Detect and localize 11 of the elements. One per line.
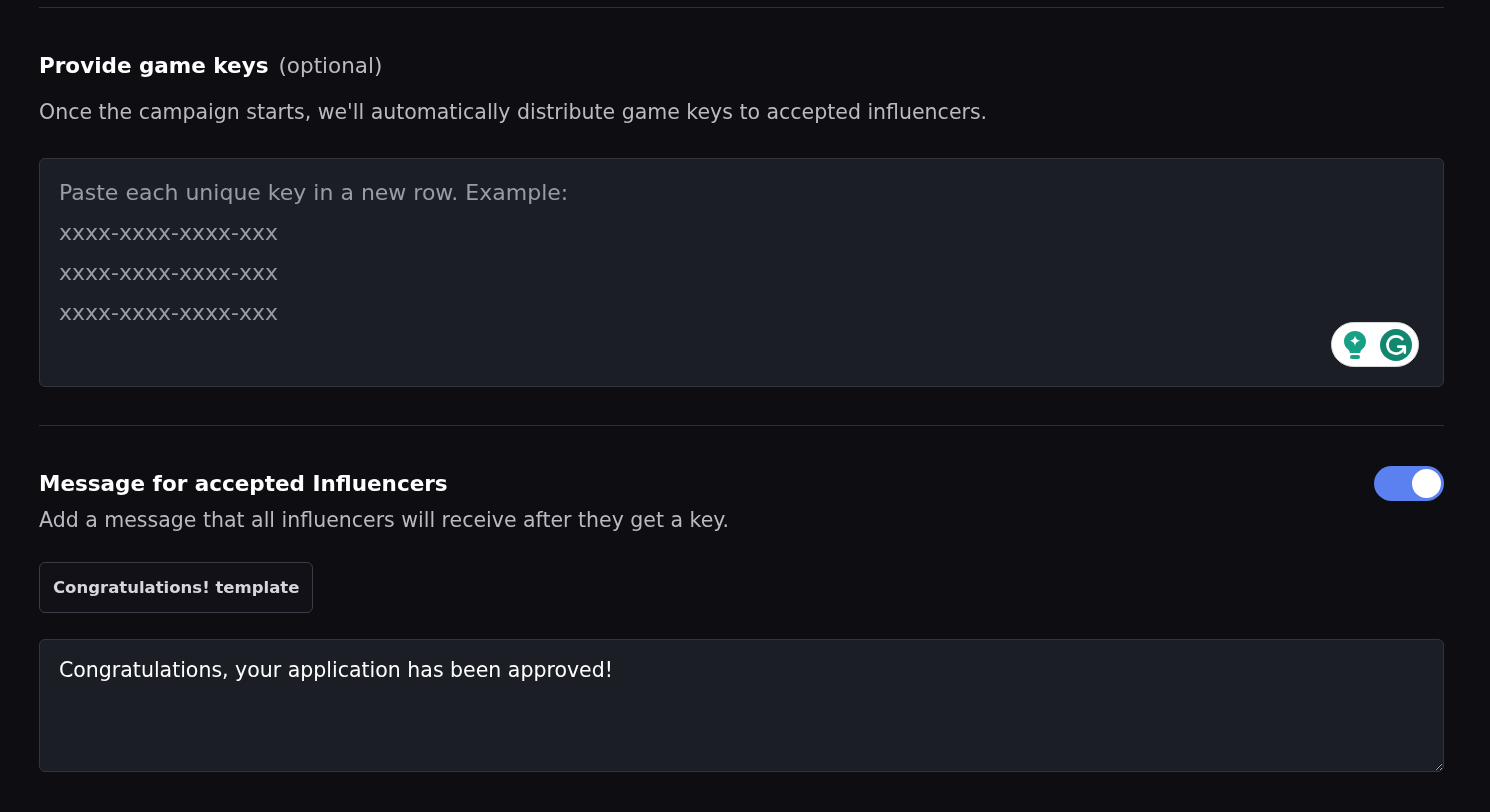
message-input-field[interactable]: Congratulations, your application has been approved! [39, 639, 1444, 772]
template-button[interactable]: Congratulations! template [39, 562, 314, 613]
section-description: Add a message that all influencers will receive after they get a key. [39, 508, 731, 532]
g-logo-icon[interactable] [1380, 328, 1412, 361]
section-title: Provide game keys [39, 52, 269, 80]
lightbulb-icon[interactable] [1344, 330, 1366, 359]
toggle-switch[interactable] [1374, 466, 1444, 501]
section-title: Message for accepted Influencers [39, 469, 448, 498]
keys-input-field[interactable]: Paste each unique key in a new row. Example: xxxx-xxxx-xxxx-xxx xxxx-xxxx-xxxx-xxx xxxx-xxxx-xxxx-xxx [39, 158, 1444, 387]
optional-note: (optional) [278, 52, 383, 80]
section-description: Once the campaign starts, we'll automatically distribute game keys to accepted influencers. [39, 100, 989, 124]
